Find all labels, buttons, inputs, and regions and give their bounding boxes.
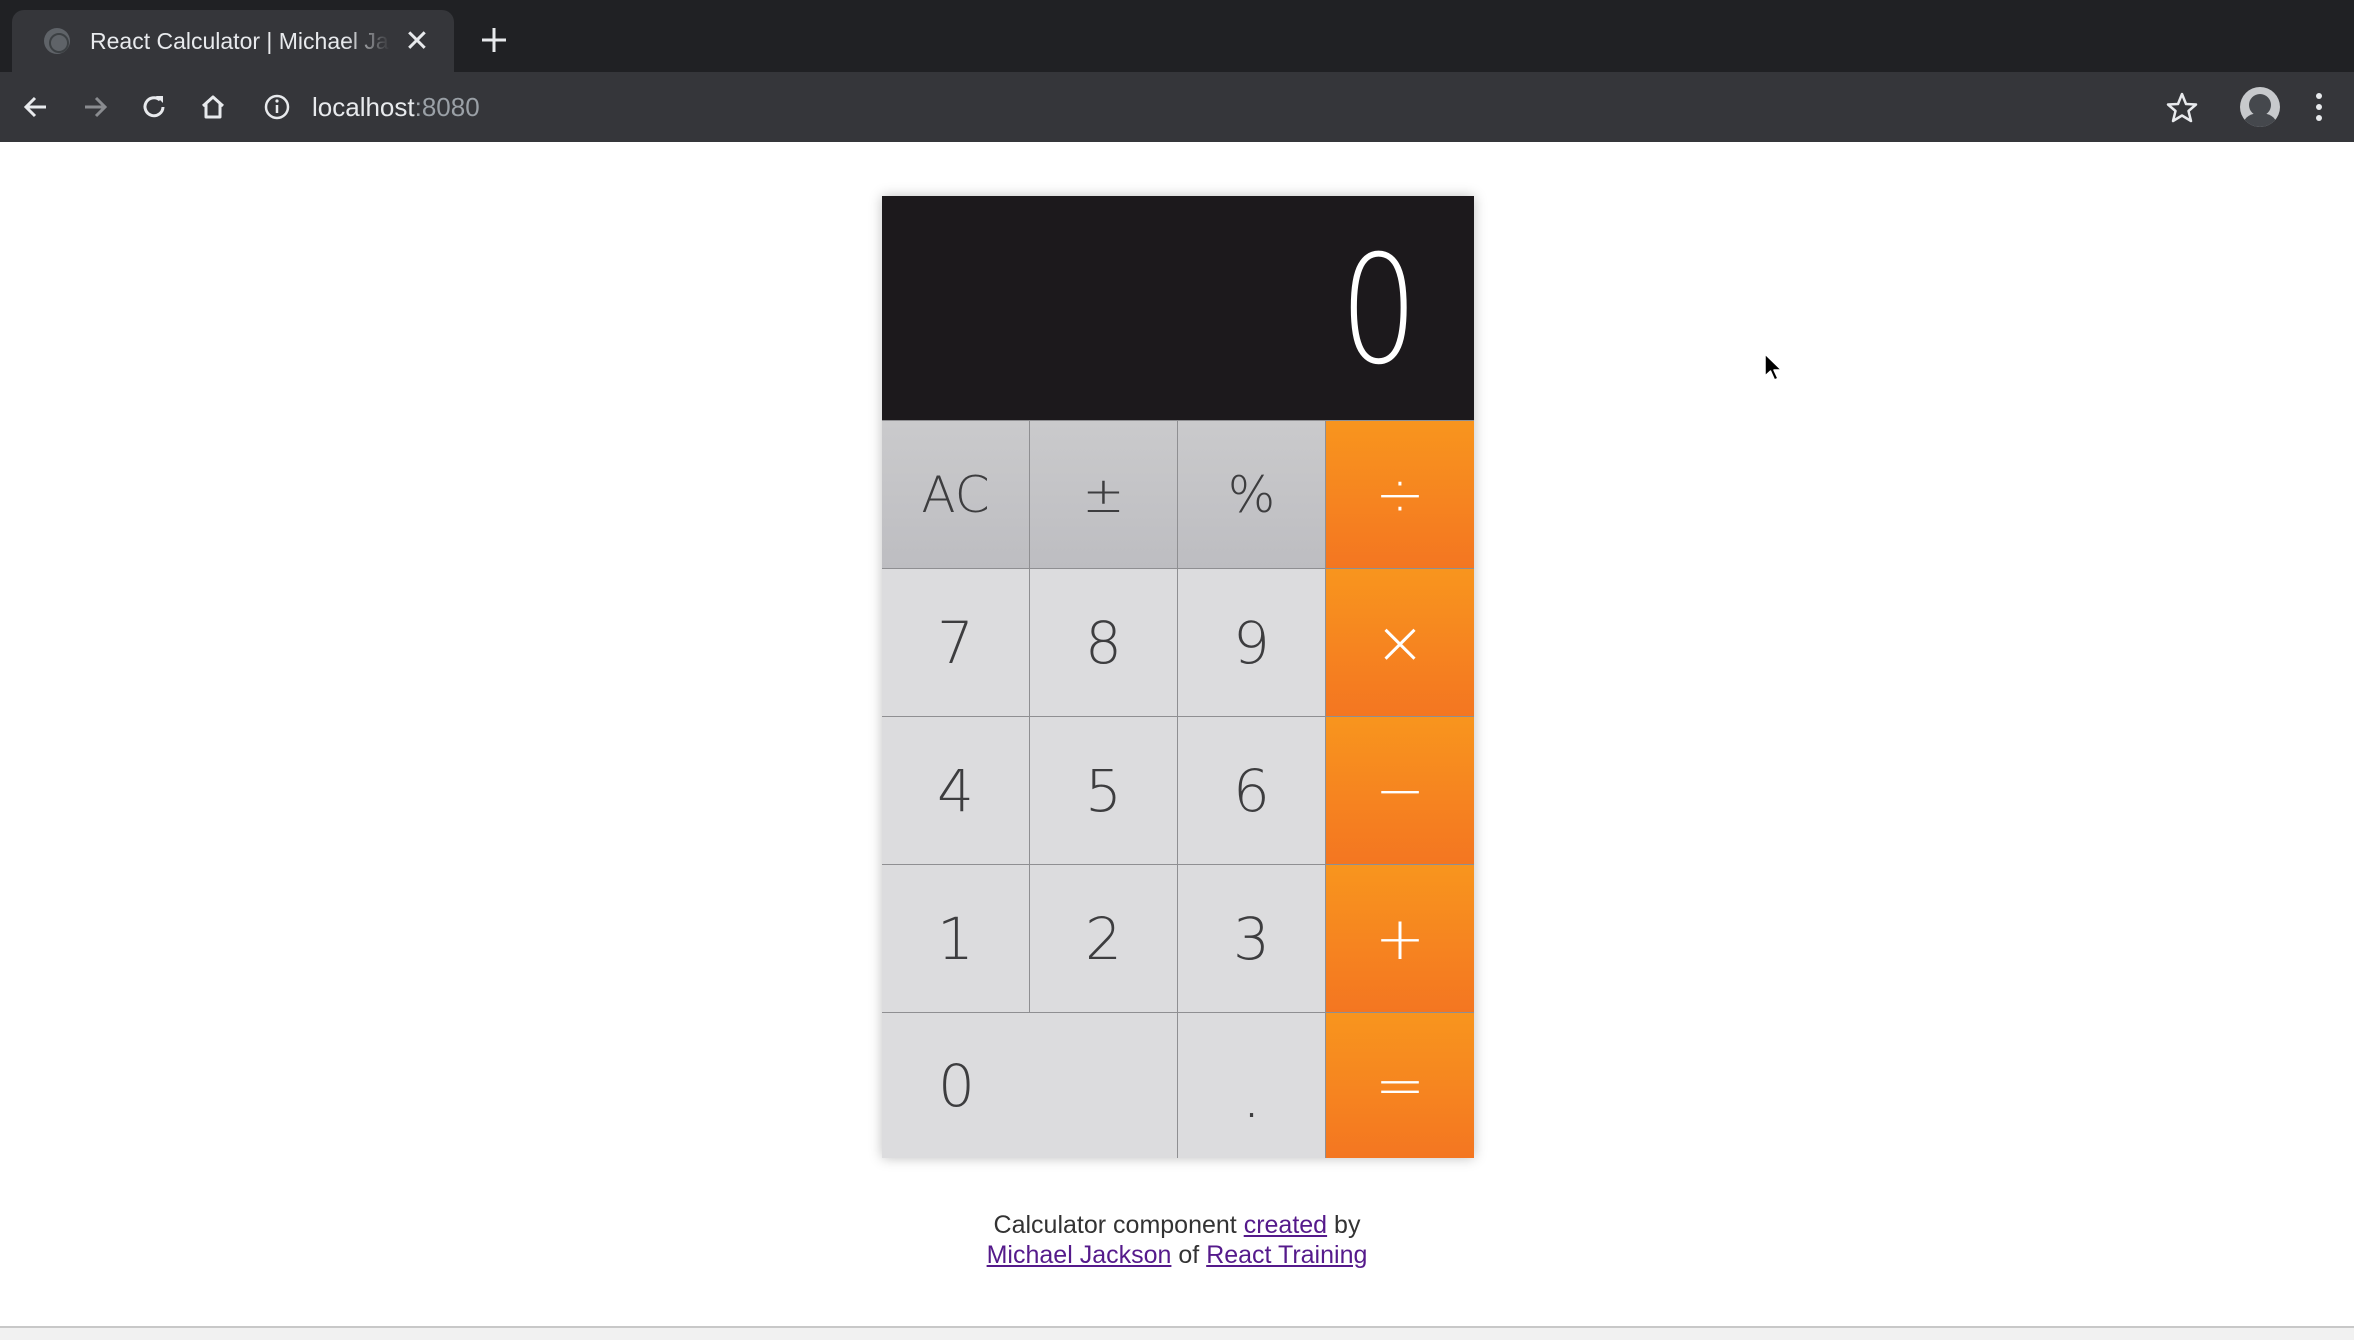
key-3[interactable]: 3 bbox=[1178, 864, 1326, 1012]
footer-text: Calculator component bbox=[993, 1211, 1237, 1239]
globe-icon bbox=[44, 28, 70, 54]
calculator: 0 AC ± % ÷ 7 8 9 × 4 5 6 − 1 2 3 + 0 . = bbox=[882, 196, 1474, 1158]
key-6[interactable]: 6 bbox=[1178, 716, 1326, 864]
key-dot[interactable]: . bbox=[1178, 1012, 1326, 1158]
key-5[interactable]: 5 bbox=[1030, 716, 1178, 864]
key-divide[interactable]: ÷ bbox=[1326, 420, 1474, 568]
star-icon[interactable] bbox=[2164, 90, 2200, 126]
reload-icon bbox=[143, 96, 165, 118]
key-percent[interactable]: % bbox=[1178, 420, 1326, 568]
footer-credit: Calculator component created by Michael … bbox=[877, 1210, 1477, 1270]
forward-button[interactable] bbox=[70, 72, 120, 142]
menu-dots-icon[interactable] bbox=[2304, 87, 2334, 127]
key-8[interactable]: 8 bbox=[1030, 568, 1178, 716]
key-sign[interactable]: ± bbox=[1030, 420, 1178, 568]
key-4[interactable]: 4 bbox=[882, 716, 1030, 864]
plus-icon bbox=[482, 28, 506, 52]
tab-strip: React Calculator | Michael Jackson ✕ bbox=[0, 0, 2354, 72]
footer-line-2: Michael Jackson of React Training bbox=[877, 1240, 1477, 1270]
url-text: localhost:8080 bbox=[312, 92, 480, 123]
react-training-link[interactable]: React Training bbox=[1206, 1241, 1367, 1269]
mouse-cursor-icon bbox=[1764, 353, 1783, 381]
key-multiply[interactable]: × bbox=[1326, 568, 1474, 716]
key-7[interactable]: 7 bbox=[882, 568, 1030, 716]
created-link[interactable]: created bbox=[1244, 1211, 1327, 1239]
key-equals[interactable]: = bbox=[1326, 1012, 1474, 1158]
key-clear[interactable]: AC bbox=[882, 420, 1030, 568]
key-2[interactable]: 2 bbox=[1030, 864, 1178, 1012]
browser-tab[interactable]: React Calculator | Michael Jackson ✕ bbox=[12, 10, 454, 72]
new-tab-button[interactable] bbox=[474, 20, 514, 60]
tab-title: React Calculator | Michael Jackson bbox=[90, 27, 390, 54]
reload-button[interactable] bbox=[129, 72, 179, 142]
home-icon bbox=[201, 95, 225, 119]
back-arrow-icon bbox=[23, 96, 46, 118]
forward-arrow-icon bbox=[85, 96, 108, 118]
home-button[interactable] bbox=[188, 72, 238, 142]
close-icon[interactable]: ✕ bbox=[400, 24, 434, 58]
calculator-display: 0 bbox=[882, 196, 1474, 420]
back-button[interactable] bbox=[11, 72, 61, 142]
info-icon[interactable] bbox=[262, 92, 292, 122]
url-port: :8080 bbox=[414, 91, 480, 122]
url-host: localhost bbox=[312, 91, 415, 122]
key-9[interactable]: 9 bbox=[1178, 568, 1326, 716]
footer-text: by bbox=[1334, 1211, 1361, 1239]
address-bar[interactable]: localhost:8080 bbox=[262, 84, 2192, 130]
browser-toolbar: localhost:8080 bbox=[0, 72, 2354, 142]
key-0[interactable]: 0 bbox=[882, 1012, 1178, 1158]
author-link[interactable]: Michael Jackson bbox=[987, 1241, 1172, 1269]
display-value: 0 bbox=[1339, 224, 1417, 398]
footer-line-1: Calculator component created by bbox=[877, 1210, 1477, 1240]
key-add[interactable]: + bbox=[1326, 864, 1474, 1012]
key-1[interactable]: 1 bbox=[882, 864, 1030, 1012]
avatar[interactable] bbox=[2240, 87, 2280, 127]
key-subtract[interactable]: − bbox=[1326, 716, 1474, 864]
bottom-bar bbox=[0, 1326, 2354, 1340]
footer-text: of bbox=[1178, 1241, 1200, 1269]
